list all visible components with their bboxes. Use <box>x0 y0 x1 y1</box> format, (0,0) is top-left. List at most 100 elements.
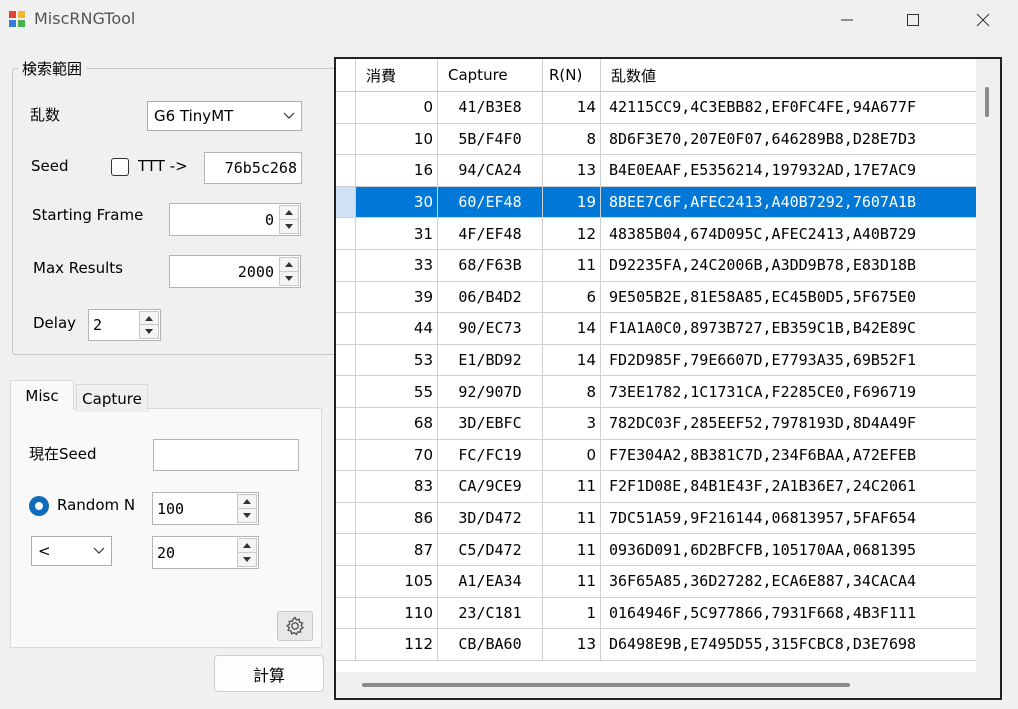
table-row[interactable]: 39 06/B4D2 6 9E505B2E,81E58A85,EC45B0D5,5F6… <box>336 281 976 314</box>
cell-random-values[interactable]: B4E0EAAF,E5356214,197932AD,17E7AC9 <box>601 155 976 186</box>
cell-random-values[interactable]: F2F1D08E,84B1E43F,2A1B36E7,24C2061 <box>601 471 976 502</box>
row-header[interactable] <box>336 92 356 123</box>
delay-spin[interactable] <box>139 311 159 339</box>
results-grid[interactable]: 消費 Capture R(N) 乱数値 0 41/B3E8 14 42115CC9,4… <box>334 57 1002 700</box>
spin-up-icon[interactable] <box>140 312 158 325</box>
horizontal-scrollbar[interactable] <box>336 672 976 698</box>
cell-frame[interactable]: 0 <box>356 92 438 123</box>
row-header[interactable] <box>336 439 356 471</box>
table-row[interactable]: 33 68/F63B 11 D92235FA,24C2006B,A3DD9B78,E8… <box>336 249 976 282</box>
cell-frame[interactable]: 30 <box>356 186 438 218</box>
table-row[interactable]: 110 23/C181 1 0164946F,5C977866,7931F668,4B… <box>336 597 976 630</box>
cell-capture[interactable]: 60/EF48 <box>438 186 543 218</box>
cell-capture[interactable]: 3D/D472 <box>438 502 543 534</box>
table-row[interactable]: 44 90/EC73 14 F1A1A0C0,8973B727,EB359C1B,B4… <box>336 313 976 345</box>
compare-value-spin[interactable] <box>237 538 257 567</box>
cell-capture[interactable]: 92/907D <box>438 376 543 407</box>
cell-capture[interactable]: 94/CA24 <box>438 155 543 186</box>
spin-up-icon[interactable] <box>280 258 298 272</box>
cell-frame[interactable]: 39 <box>356 281 438 313</box>
spin-down-icon[interactable] <box>238 553 256 567</box>
row-header[interactable] <box>336 502 356 534</box>
cell-rn[interactable]: 14 <box>543 313 601 344</box>
column-header-rn[interactable]: R(N) <box>543 59 601 91</box>
tab-capture[interactable]: Capture <box>76 384 148 412</box>
starting-frame-spin[interactable] <box>279 205 299 234</box>
cell-random-values[interactable]: 0164946F,5C977866,7931F668,4B3F111 <box>601 598 976 629</box>
table-row[interactable]: 31 4F/EF48 12 48385B04,674D095C,AFEC2413,A4… <box>336 218 976 250</box>
cell-frame[interactable]: 112 <box>356 629 438 660</box>
cell-random-values[interactable]: D6498E9B,E7495D55,315FCBC8,D3E7698 <box>601 629 976 660</box>
cell-capture[interactable]: CA/9CE9 <box>438 471 543 502</box>
vertical-scroll-thumb[interactable] <box>985 87 989 117</box>
table-row[interactable]: 70 FC/FC19 0 F7E304A2,8B381C7D,234F6BAA,A72… <box>336 439 976 472</box>
starting-frame-stepper[interactable]: 0 <box>169 203 301 236</box>
cell-capture[interactable]: 90/EC73 <box>438 313 543 344</box>
table-row[interactable]: 30 60/EF48 19 8BEE7C6F,AFEC2413,A40B7292,76… <box>336 186 976 219</box>
column-header-frame[interactable]: 消費 <box>356 59 438 91</box>
cell-rn[interactable]: 1 <box>543 597 601 629</box>
cell-capture[interactable]: 06/B4D2 <box>438 281 543 313</box>
maximize-button[interactable] <box>882 0 944 40</box>
cell-random-values[interactable]: 73EE1782,1C1731CA,F2285CE0,F696719 <box>601 376 976 407</box>
row-header[interactable] <box>336 155 356 186</box>
cell-random-values[interactable]: F1A1A0C0,8973B727,EB359C1B,B42E89C <box>601 313 976 344</box>
cell-frame[interactable]: 16 <box>356 155 438 186</box>
column-header-random-values[interactable]: 乱数値 <box>601 59 976 91</box>
row-header[interactable] <box>336 565 356 597</box>
cell-frame[interactable]: 87 <box>356 534 438 565</box>
vertical-scrollbar[interactable] <box>976 59 1000 674</box>
ttt-checkbox[interactable] <box>111 158 129 176</box>
cell-frame[interactable]: 105 <box>356 565 438 597</box>
column-header-capture[interactable]: Capture <box>438 59 543 91</box>
row-header[interactable] <box>336 534 356 565</box>
compare-select[interactable]: < <box>31 536 112 566</box>
row-header[interactable] <box>336 313 356 344</box>
cell-rn[interactable]: 14 <box>543 344 601 376</box>
cell-frame[interactable]: 70 <box>356 439 438 471</box>
cell-frame[interactable]: 55 <box>356 376 438 407</box>
table-row[interactable]: 112 CB/BA60 13 D6498E9B,E7495D55,315FCBC8,D… <box>336 629 976 661</box>
cell-random-values[interactable]: 42115CC9,4C3EBB82,EF0FC4FE,94A677F <box>601 92 976 123</box>
row-header[interactable] <box>336 471 356 502</box>
spin-down-icon[interactable] <box>238 509 256 523</box>
cell-rn[interactable]: 13 <box>543 155 601 186</box>
cell-capture[interactable]: 23/C181 <box>438 597 543 629</box>
cell-capture[interactable]: CB/BA60 <box>438 629 543 660</box>
cell-rn[interactable]: 11 <box>543 565 601 597</box>
cell-random-values[interactable]: 9E505B2E,81E58A85,EC45B0D5,5F675E0 <box>601 282 976 313</box>
cell-capture[interactable]: 68/F63B <box>438 249 543 281</box>
row-header[interactable] <box>336 249 356 281</box>
cell-capture[interactable]: E1/BD92 <box>438 344 543 376</box>
row-header[interactable] <box>336 376 356 407</box>
calculate-button[interactable]: 計算 <box>214 655 324 692</box>
delay-stepper[interactable]: 2 <box>88 309 161 341</box>
max-results-spin[interactable] <box>279 257 299 286</box>
cell-rn[interactable]: 6 <box>543 281 601 313</box>
cell-rn[interactable]: 14 <box>543 92 601 123</box>
cell-rn[interactable]: 0 <box>543 439 601 471</box>
cell-rn[interactable]: 11 <box>543 249 601 281</box>
cell-frame[interactable]: 110 <box>356 597 438 629</box>
cell-frame[interactable]: 44 <box>356 313 438 344</box>
cell-rn[interactable]: 19 <box>543 186 601 218</box>
cell-rn[interactable]: 8 <box>543 376 601 407</box>
cell-random-values[interactable]: FD2D985F,79E6607D,E7793A35,69B52F1 <box>601 345 976 376</box>
table-row[interactable]: 86 3D/D472 11 7DC51A59,9F216144,06813957,5F… <box>336 502 976 535</box>
cell-rn[interactable]: 11 <box>543 471 601 502</box>
cell-random-values[interactable]: 36F65A85,36D27282,ECA6E887,34CACA4 <box>601 566 976 597</box>
random-n-radio[interactable] <box>29 496 49 516</box>
cell-capture[interactable]: 41/B3E8 <box>438 92 543 123</box>
max-results-stepper[interactable]: 2000 <box>169 255 301 288</box>
cell-random-values[interactable]: 782DC03F,285EEF52,7978193D,8D4A49F <box>601 408 976 439</box>
spin-up-icon[interactable] <box>238 539 256 553</box>
table-row[interactable]: 105 A1/EA34 11 36F65A85,36D27282,ECA6E887,3… <box>336 565 976 598</box>
row-header[interactable] <box>336 186 356 218</box>
cell-random-values[interactable]: F7E304A2,8B381C7D,234F6BAA,A72EFEB <box>601 440 976 471</box>
spin-down-icon[interactable] <box>280 220 298 234</box>
cell-capture[interactable]: FC/FC19 <box>438 439 543 471</box>
cell-rn[interactable]: 3 <box>543 407 601 439</box>
seed-input[interactable]: 76b5c268 <box>204 152 302 184</box>
table-row[interactable]: 10 5B/F4F0 8 8D6F3E70,207E0F07,646289B8,D28… <box>336 123 976 156</box>
row-header[interactable] <box>336 218 356 249</box>
